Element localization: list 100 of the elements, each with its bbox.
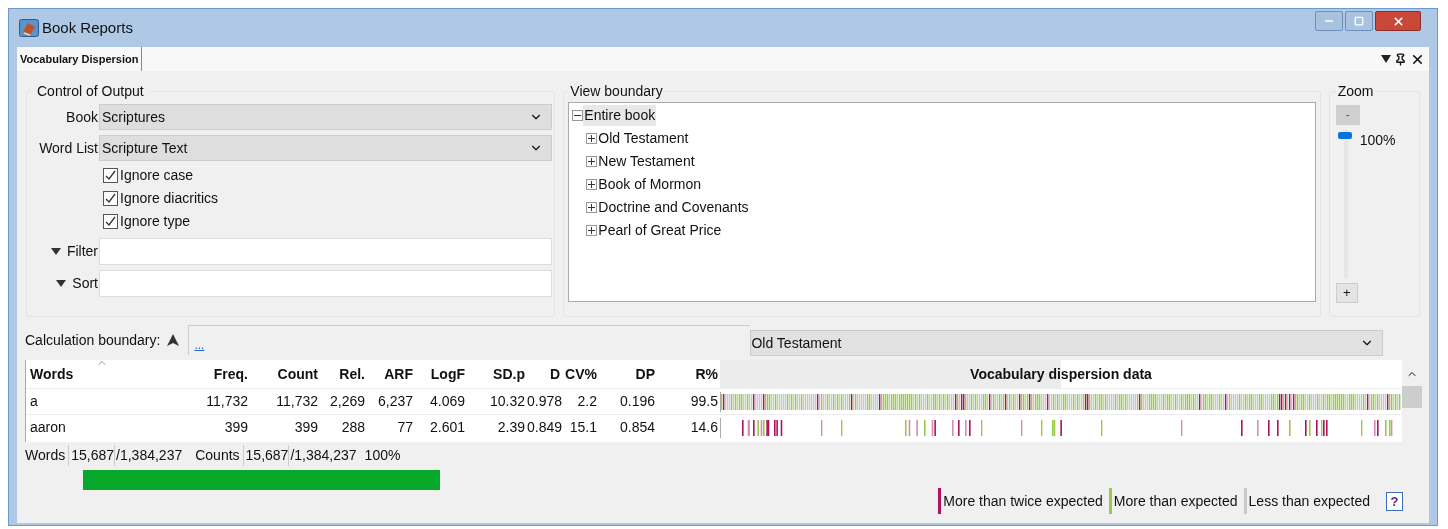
expand-icon[interactable] <box>586 225 598 236</box>
table-cell-text: 14.6 <box>689 418 719 437</box>
table-cell-text: 6,237 <box>376 392 414 411</box>
checkbox[interactable] <box>103 191 118 206</box>
check-icon <box>105 216 116 227</box>
check-icon <box>105 193 116 204</box>
table-cell-text: 10.32 <box>488 392 526 411</box>
collapse-icon[interactable] <box>572 110 584 121</box>
dropdown-value: Scripture Text <box>102 138 188 158</box>
tree-item[interactable]: New Testament <box>597 151 696 172</box>
checkbox-label: Ignore diacritics <box>120 189 219 208</box>
column-header[interactable]: Count <box>250 363 320 385</box>
expand-icon[interactable] <box>586 179 598 190</box>
filter-field[interactable] <box>99 237 553 265</box>
table-cell-text: 15.1 <box>568 418 598 437</box>
boundary-link[interactable]: ... <box>194 339 205 351</box>
tree-item[interactable]: Old Testament <box>597 128 690 149</box>
close-button[interactable] <box>1375 11 1421 31</box>
checkbox-label: Ignore type <box>120 212 191 231</box>
book-icon <box>19 19 39 37</box>
dropdown-arrow-icon[interactable] <box>50 247 61 255</box>
legend-label: Less than expected <box>1248 491 1370 511</box>
checkbox-label: Ignore case <box>120 166 194 185</box>
column-header[interactable]: ARF <box>367 363 415 385</box>
table-cell-text: 399 <box>293 418 319 437</box>
summary-value: 1,384,237 <box>294 445 357 465</box>
summary-label: Words <box>25 445 67 465</box>
collapse-arrow-icon[interactable] <box>167 334 180 346</box>
summary-separator: / <box>288 444 295 466</box>
panel-title: View boundary <box>569 82 664 101</box>
expand-icon[interactable] <box>586 156 598 167</box>
field-label: Book <box>65 107 98 127</box>
column-header[interactable]: Words <box>26 363 192 385</box>
table-cell-text: 11,732 <box>275 392 319 411</box>
field-label: Filter <box>66 241 98 261</box>
dropdown-arrow-icon[interactable] <box>1381 55 1391 63</box>
column-header[interactable]: SD.p <box>467 363 527 385</box>
checkbox[interactable] <box>103 214 118 229</box>
field-label: Word List <box>38 138 98 158</box>
calculation-boundary-dropdown[interactable]: Old Testament <box>750 330 1384 356</box>
tab[interactable]: Vocabulary Dispersion <box>17 47 143 71</box>
window-title: Book Reports <box>42 17 133 38</box>
column-header[interactable]: Rel. <box>320 363 367 385</box>
pin-icon[interactable] <box>1394 52 1407 66</box>
column-header[interactable]: R% <box>657 363 720 385</box>
word-list-dropdown[interactable]: Scripture Text <box>99 135 553 161</box>
panel-title: Control of Output <box>36 82 145 101</box>
book-dropdown[interactable]: Scriptures <box>99 104 553 130</box>
table-cell-text: 0.854 <box>618 418 656 437</box>
dropdown-value: Old Testament <box>751 333 842 353</box>
table-cell-text: 0.849 <box>527 418 562 437</box>
table-cell-text: 288 <box>340 418 366 437</box>
table-cell-text: 2.39 <box>496 418 526 437</box>
zoom-slider-thumb[interactable] <box>1337 132 1352 139</box>
expand-icon[interactable] <box>586 202 598 213</box>
summary-percent: 100% <box>364 445 401 465</box>
tree-item[interactable]: Book of Mormon <box>597 174 703 195</box>
table-cell-text: a <box>29 392 39 411</box>
table-cell-text: 11,732 <box>205 392 249 411</box>
check-icon <box>105 170 116 181</box>
table-cell-text: 399 <box>223 418 249 437</box>
summary-value: 15,687 <box>68 444 115 466</box>
expand-icon[interactable] <box>586 133 598 144</box>
dropdown-arrow-icon[interactable] <box>56 279 67 287</box>
summary-separator: / <box>114 444 120 466</box>
maximize-icon <box>1354 16 1364 26</box>
zoom-reading: 100% <box>1359 131 1396 150</box>
sort-field[interactable] <box>99 269 553 297</box>
summary-value: 1,384,237 <box>119 445 183 465</box>
column-header[interactable]: LogF <box>415 363 467 385</box>
maximize-button[interactable] <box>1345 11 1373 31</box>
close-icon <box>1391 14 1405 28</box>
panel-title: Zoom <box>1336 82 1375 101</box>
column-header[interactable]: D <box>527 363 562 385</box>
table-cell-text: 2.601 <box>428 418 466 437</box>
table-cell-text: aaron <box>29 418 67 437</box>
tree-item[interactable]: Pearl of Great Price <box>597 220 723 241</box>
summary-label: Counts <box>195 445 241 465</box>
column-header[interactable]: Freq. <box>192 363 250 385</box>
checkbox[interactable] <box>103 168 118 183</box>
tree-item[interactable]: Doctrine and Covenants <box>597 197 750 218</box>
tree-item[interactable]: Entire book <box>583 105 657 126</box>
table-cell-text: 0.978 <box>527 392 562 411</box>
legend-label: More than twice expected <box>943 491 1103 511</box>
table-cell-text: 4.069 <box>428 392 466 411</box>
scrollbar-thumb[interactable] <box>1402 386 1422 408</box>
field-label: Sort <box>72 273 98 293</box>
minimize-button[interactable] <box>1315 11 1343 31</box>
table-cell-text: 2,269 <box>328 392 366 411</box>
calculation-boundary-label: Calculation boundary: <box>25 330 161 350</box>
table-cell-text: 99.5 <box>689 392 719 411</box>
help-button[interactable]: ? <box>1386 491 1403 511</box>
zoom-in-button[interactable]: + <box>1335 282 1358 303</box>
table-cell-text: 2.2 <box>576 392 598 411</box>
table-cell-text: 0.196 <box>618 392 656 411</box>
table-cell-text: 77 <box>396 418 414 437</box>
legend-label: More than expected <box>1113 491 1238 511</box>
column-header[interactable]: CV% <box>562 363 599 385</box>
column-header[interactable]: DP <box>599 363 657 385</box>
zoom-out-button[interactable]: - <box>1335 105 1360 125</box>
